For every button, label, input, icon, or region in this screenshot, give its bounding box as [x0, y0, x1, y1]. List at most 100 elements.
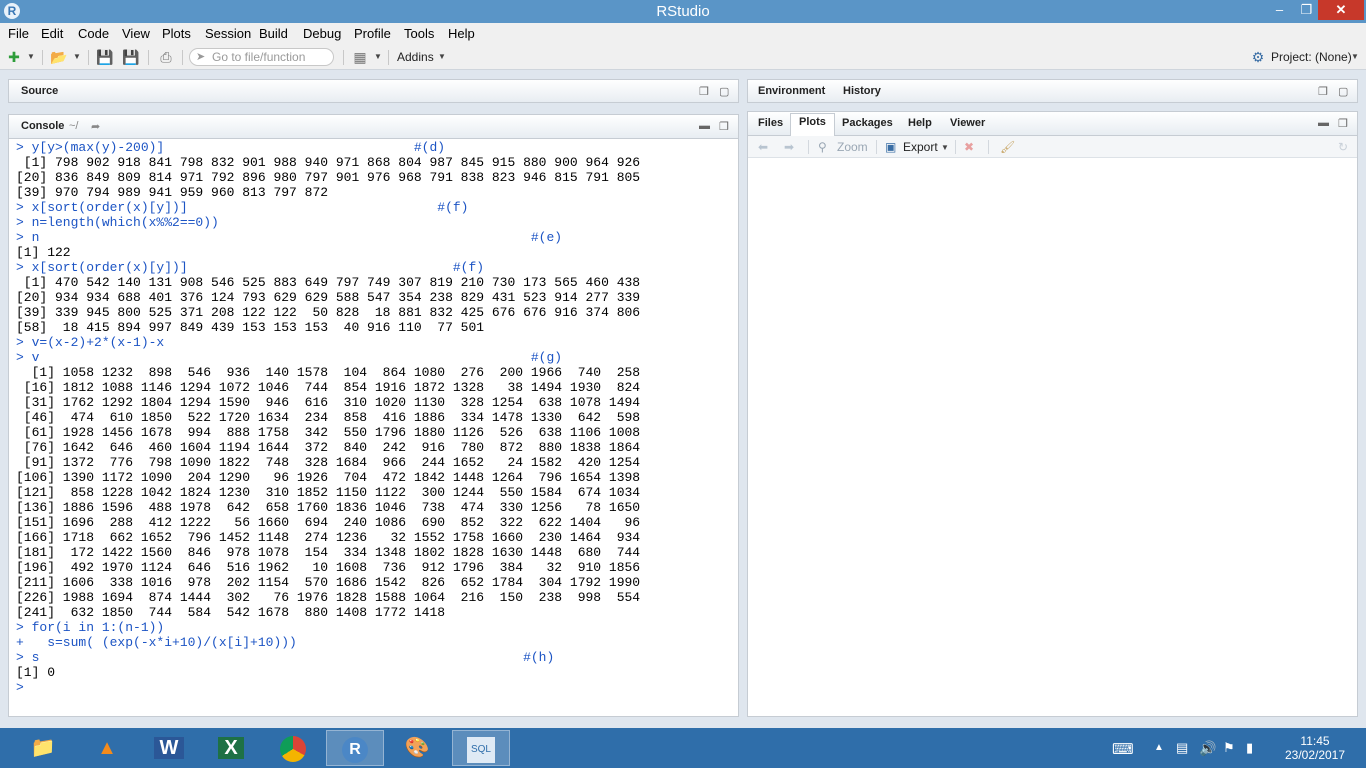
- pane-layout-icon[interactable]: ▦: [351, 49, 369, 65]
- console-command-line: > v #(g): [16, 350, 563, 365]
- tab-files[interactable]: Files: [750, 115, 791, 131]
- console-output-line: [20] 836 849 809 814 971 792 896 980 797…: [16, 170, 641, 185]
- menu-edit[interactable]: Edit: [41, 26, 63, 41]
- minimize-pane-icon[interactable]: ▬: [699, 120, 710, 132]
- clear-all-plots-icon[interactable]: 🖌: [1000, 140, 1015, 154]
- console-output[interactable]: > y[y>(max(y)-200)] #(d) [1] 798 902 918…: [16, 140, 736, 715]
- console-command-line: > s #(h): [16, 650, 555, 665]
- mysql-installer-taskbar-icon[interactable]: SQL: [452, 730, 510, 766]
- file-explorer-taskbar-icon[interactable]: 📁: [14, 730, 72, 766]
- export-menu[interactable]: Export: [903, 140, 938, 154]
- print-icon[interactable]: ⎙: [157, 49, 175, 65]
- maximize-pane-icon[interactable]: ❐: [1338, 117, 1348, 130]
- export-icon[interactable]: ▣: [885, 140, 896, 154]
- console-command-line: + s=sum( (exp(-x*i+10)/(x[i]+10))): [16, 635, 297, 650]
- tab-plots[interactable]: Plots: [790, 113, 835, 136]
- console-output-line: [166] 1718 662 1652 796 1452 1148 274 12…: [16, 530, 641, 545]
- open-project-icon[interactable]: 📂: [50, 49, 68, 65]
- tab-viewer[interactable]: Viewer: [942, 115, 993, 131]
- menu-debug[interactable]: Debug: [303, 26, 341, 41]
- close-button[interactable]: ✕: [1318, 0, 1364, 20]
- console-output-line: [211] 1606 338 1016 978 202 1154 570 168…: [16, 575, 641, 590]
- menu-file[interactable]: File: [8, 26, 29, 41]
- addins-menu[interactable]: Addins: [397, 50, 434, 64]
- console-tab[interactable]: Console: [21, 120, 64, 132]
- console-output-line: [39] 970 794 989 941 959 960 813 797 872: [16, 185, 329, 200]
- tab-packages[interactable]: Packages: [834, 115, 901, 131]
- minimize-pane-icon[interactable]: ▬: [1318, 117, 1329, 129]
- go-to-file-input[interactable]: [212, 50, 330, 64]
- addins-dropdown-icon[interactable]: ▼: [436, 49, 448, 65]
- excel-taskbar-icon[interactable]: X: [202, 730, 260, 766]
- refresh-icon[interactable]: ↻: [1338, 140, 1348, 154]
- action-center-flag-icon[interactable]: ⚑: [1223, 740, 1235, 756]
- window-title: RStudio: [656, 3, 710, 20]
- console-output-line: [1] 798 902 918 841 798 832 901 988 940 …: [16, 155, 641, 170]
- tab-environment[interactable]: Environment: [750, 83, 833, 99]
- system-clock[interactable]: 11:45 23/02/2017: [1280, 734, 1350, 762]
- new-file-icon[interactable]: ✚: [5, 49, 23, 65]
- toolbar-separator: [182, 50, 183, 65]
- battery-icon[interactable]: ▮: [1246, 740, 1253, 756]
- open-dropdown-icon[interactable]: ▼: [71, 49, 83, 65]
- project-menu[interactable]: Project: (None): [1271, 50, 1352, 64]
- previous-plot-icon[interactable]: ⬅: [758, 140, 768, 154]
- remove-plot-icon[interactable]: ✖: [964, 140, 974, 154]
- chrome-taskbar-icon[interactable]: [264, 730, 322, 766]
- console-output-line: [58] 18 415 894 997 849 439 153 153 153 …: [16, 320, 485, 335]
- maximize-button[interactable]: ❐: [1293, 0, 1320, 20]
- maximize-pane-icon[interactable]: ▢: [719, 85, 729, 98]
- title-bar: R RStudio – ❐ ✕: [0, 0, 1366, 23]
- menu-tools[interactable]: Tools: [404, 26, 434, 41]
- console-output-line: [76] 1642 646 460 1604 1194 1644 372 840…: [16, 440, 641, 455]
- menu-code[interactable]: Code: [78, 26, 109, 41]
- go-to-directory-icon[interactable]: ➦: [91, 120, 100, 133]
- menu-plots[interactable]: Plots: [162, 26, 191, 41]
- console-command-line: > y[y>(max(y)-200)] #(d): [16, 140, 446, 155]
- console-output-line: [151] 1696 288 412 1222 56 1660 694 240 …: [16, 515, 641, 530]
- show-hidden-icons-icon[interactable]: ▲: [1154, 742, 1164, 753]
- working-directory[interactable]: ~/: [69, 120, 78, 132]
- console-command-line: > for(i in 1:(n-1)): [16, 620, 165, 635]
- console-output-line: [1] 0: [16, 665, 56, 680]
- menu-build[interactable]: Build: [259, 26, 288, 41]
- next-plot-icon[interactable]: ➡: [784, 140, 794, 154]
- console-command-line: > x[sort(order(x)[y])] #(f): [16, 200, 469, 215]
- rstudio-taskbar-icon[interactable]: R: [326, 730, 384, 766]
- save-all-icon[interactable]: 💾: [122, 49, 140, 65]
- toolbar-separator: [388, 50, 389, 65]
- export-dropdown-icon[interactable]: ▼: [941, 143, 949, 152]
- vlc-taskbar-icon[interactable]: ▲: [78, 730, 136, 766]
- maximize-pane-icon[interactable]: ❐: [719, 120, 729, 133]
- pane-layout-dropdown-icon[interactable]: ▼: [372, 49, 384, 65]
- keyboard-icon[interactable]: ⌨: [1112, 740, 1134, 758]
- toolbar-separator: [343, 50, 344, 65]
- files-pane-header: Files Plots Packages Help Viewer ▬ ❐: [748, 112, 1357, 136]
- zoom-button[interactable]: Zoom: [837, 140, 868, 154]
- new-file-dropdown-icon[interactable]: ▼: [25, 49, 37, 65]
- save-icon[interactable]: 💾: [96, 49, 114, 65]
- restore-pane-icon[interactable]: ❐: [699, 85, 709, 98]
- word-taskbar-icon[interactable]: W: [140, 730, 198, 766]
- go-to-file-field[interactable]: ➤: [189, 48, 334, 66]
- restore-pane-icon[interactable]: ❐: [1318, 85, 1328, 98]
- console-output-line: [39] 339 945 800 525 371 208 122 122 50 …: [16, 305, 641, 320]
- console-output-line: [61] 1928 1456 1678 994 888 1758 342 550…: [16, 425, 641, 440]
- menu-session[interactable]: Session: [205, 26, 251, 41]
- plots-toolbar: ⬅ ➡ ⚲ Zoom ▣ Export ▼ ✖ 🖌 ↻: [748, 136, 1357, 158]
- source-tab[interactable]: Source: [21, 85, 58, 97]
- paint-taskbar-icon[interactable]: 🎨: [388, 730, 446, 766]
- network-icon[interactable]: ▤: [1176, 740, 1188, 756]
- project-dropdown-icon[interactable]: ▼: [1349, 49, 1361, 65]
- maximize-pane-icon[interactable]: ▢: [1338, 85, 1348, 98]
- menu-profile[interactable]: Profile: [354, 26, 391, 41]
- tab-help[interactable]: Help: [900, 115, 940, 131]
- console-output-line: [31] 1762 1292 1804 1294 1590 946 616 31…: [16, 395, 641, 410]
- menu-help[interactable]: Help: [448, 26, 475, 41]
- console-output-line: [46] 474 610 1850 522 1720 1634 234 858 …: [16, 410, 641, 425]
- volume-icon[interactable]: 🔊: [1199, 740, 1216, 757]
- menu-view[interactable]: View: [122, 26, 150, 41]
- zoom-icon[interactable]: ⚲: [818, 140, 827, 154]
- tab-history[interactable]: History: [835, 83, 889, 99]
- minimize-button[interactable]: –: [1266, 0, 1293, 20]
